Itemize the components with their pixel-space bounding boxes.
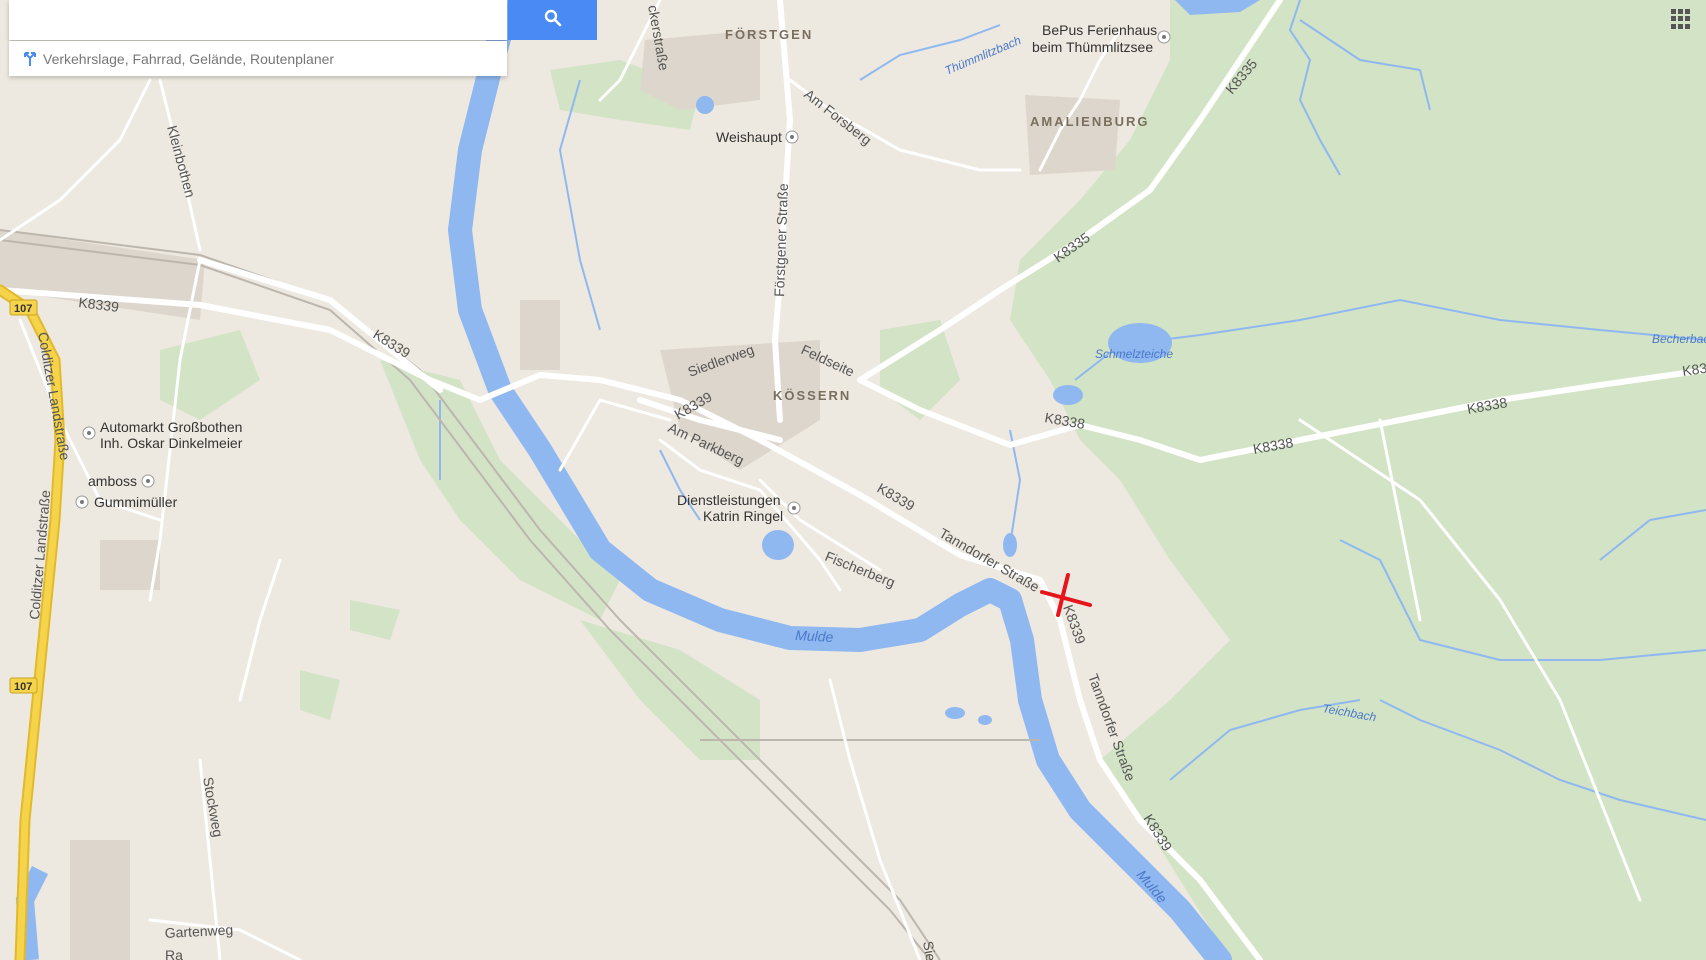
- poi-dienstleistungen-label-1: Dienstleistungen: [677, 492, 781, 508]
- directions-icon: [23, 51, 37, 67]
- poi-bepus-label-1: BePus Ferienhaus: [1042, 22, 1157, 38]
- search-button[interactable]: [508, 0, 597, 40]
- road-label-ra: Ra: [165, 947, 183, 960]
- water-label-becherbach: Becherbac: [1652, 332, 1706, 346]
- map-canvas[interactable]: FÖRSTGEN KÖSSERN AMALIENBURG K8335 K8335…: [0, 0, 1706, 960]
- route-shield-107-b-label: 107: [14, 681, 32, 693]
- poi-automarkt-label-2: Inh. Oskar Dinkelmeier: [100, 435, 243, 451]
- poi-weishaupt-label: Weishaupt: [716, 129, 782, 145]
- water-label-mulde-a: Mulde: [795, 627, 834, 645]
- place-label-koessern: KÖSSERN: [773, 388, 851, 403]
- search-input[interactable]: [9, 0, 507, 40]
- directions-hint-text: Verkehrslage, Fahrrad, Gelände, Routenpl…: [43, 50, 335, 67]
- poi-bepus[interactable]: BePus Ferienhaus beim Thümmlitzsee: [1032, 22, 1171, 55]
- place-label-forstgen: FÖRSTGEN: [725, 27, 813, 42]
- poi-dienstleistungen-label-2: Katrin Ringel: [703, 508, 783, 524]
- route-shield-107-a-label: 107: [14, 303, 32, 315]
- search-icon: [544, 9, 562, 32]
- poi-automarkt-label-1: Automarkt Großbothen: [100, 419, 242, 435]
- poi-bepus-label-2: beim Thümmlitzsee: [1032, 39, 1153, 55]
- poi-automarkt[interactable]: Automarkt Großbothen Inh. Oskar Dinkelme…: [82, 419, 243, 451]
- poi-amboss-label: amboss: [88, 473, 137, 489]
- directions-hint-bar[interactable]: Verkehrslage, Fahrrad, Gelände, Routenpl…: [9, 41, 507, 76]
- road-label-k83-edge: K83: [1681, 360, 1706, 379]
- water-label-schmelzteiche: Schmelzteiche: [1095, 347, 1173, 361]
- poi-gummimueller-label: Gummimüller: [94, 494, 178, 510]
- apps-grid-icon[interactable]: [1671, 9, 1691, 29]
- place-label-amalienburg: AMALIENBURG: [1030, 114, 1150, 129]
